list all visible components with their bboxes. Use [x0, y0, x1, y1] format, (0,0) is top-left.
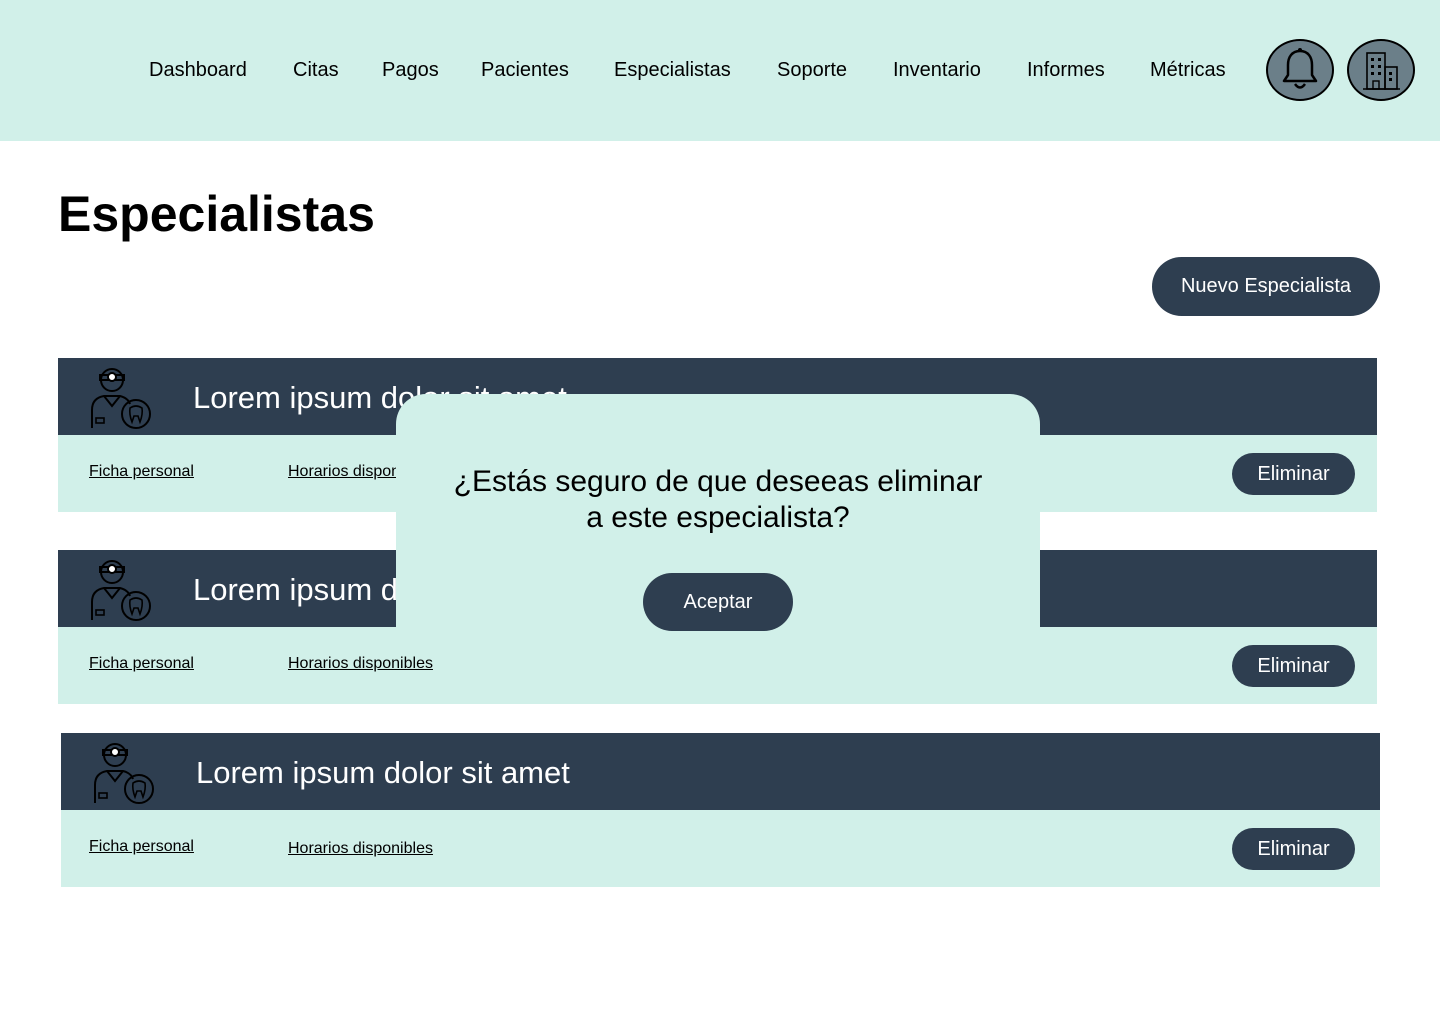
- notifications-button[interactable]: [1266, 39, 1334, 101]
- dentist-icon: [91, 560, 151, 621]
- available-schedules-link[interactable]: Horarios disponibles: [288, 655, 433, 673]
- nav-item-especialistas[interactable]: Especialistas: [614, 58, 731, 82]
- confirm-delete-dialog: ¿Estás seguro de que deseeas eliminar a …: [396, 394, 1040, 631]
- dialog-message-line: a este especialista?: [586, 501, 850, 534]
- nav-item-dashboard[interactable]: Dashboard: [149, 58, 247, 82]
- accept-button[interactable]: Aceptar: [643, 573, 793, 631]
- nav-item-citas[interactable]: Citas: [293, 58, 339, 82]
- nav-item-pagos[interactable]: Pagos: [382, 58, 439, 82]
- nav-item-informes[interactable]: Informes: [1027, 58, 1105, 82]
- nav-item-soporte[interactable]: Soporte: [777, 58, 847, 82]
- dialog-message: ¿Estás seguro de que deseeas eliminar a …: [416, 464, 1020, 536]
- available-schedules-link[interactable]: Horarios disponibles: [288, 840, 433, 858]
- card-header: Lorem ipsum dolor sit amet: [61, 733, 1380, 810]
- page-title: Especialistas: [58, 186, 375, 242]
- personal-file-link[interactable]: Ficha personal: [89, 463, 194, 481]
- dentist-icon: [91, 368, 151, 429]
- card-actions: Ficha personal Horarios disponibles Elim…: [58, 627, 1377, 704]
- bell-icon: [1282, 48, 1318, 89]
- dialog-message-line: ¿Estás seguro de que deseeas eliminar: [453, 465, 983, 498]
- top-nav-bar: Dashboard Citas Pagos Pacientes Especial…: [0, 0, 1440, 141]
- card-actions: Ficha personal Horarios disponibles Elim…: [61, 810, 1380, 887]
- new-specialist-button[interactable]: Nuevo Especialista: [1152, 257, 1380, 316]
- delete-button[interactable]: Eliminar: [1232, 828, 1355, 870]
- building-icon: [1363, 52, 1400, 90]
- organization-button[interactable]: [1347, 39, 1415, 101]
- delete-button[interactable]: Eliminar: [1232, 453, 1355, 495]
- nav-item-metricas[interactable]: Métricas: [1150, 58, 1226, 82]
- nav-item-inventario[interactable]: Inventario: [893, 58, 981, 82]
- specialist-name: Lorem ipsum dolor sit amet: [196, 755, 570, 790]
- nav-item-pacientes[interactable]: Pacientes: [481, 58, 569, 82]
- personal-file-link[interactable]: Ficha personal: [89, 655, 194, 673]
- delete-button[interactable]: Eliminar: [1232, 645, 1355, 687]
- personal-file-link[interactable]: Ficha personal: [89, 838, 194, 856]
- dentist-icon: [94, 743, 154, 804]
- specialist-card: Lorem ipsum dolor sit amet Ficha persona…: [61, 733, 1380, 887]
